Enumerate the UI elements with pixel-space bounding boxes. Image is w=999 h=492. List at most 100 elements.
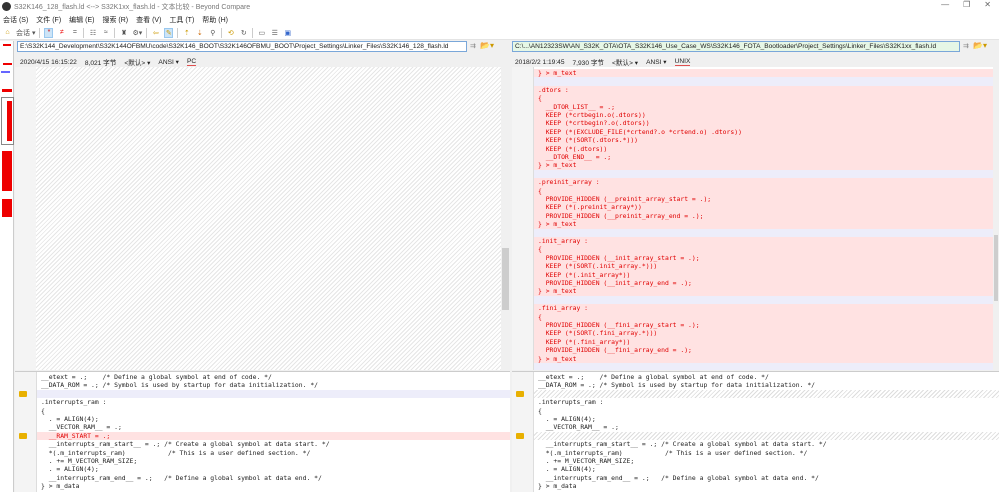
left-open-folder-icon[interactable]: 📂▾ [480, 41, 494, 50]
code-line[interactable]: .interrupts_ram : [37, 398, 510, 406]
details-icon[interactable]: ☰ [270, 28, 279, 38]
diff-line[interactable]: __DTOR_LIST__ = .; [534, 102, 993, 111]
code-line[interactable]: . = ALIGN(4); [534, 465, 999, 473]
menu-edit[interactable]: 编辑 (E) [69, 15, 94, 25]
copy-right-arrow-icon[interactable] [19, 432, 27, 439]
right-open-folder-icon[interactable]: 📂▾ [973, 41, 987, 50]
code-line[interactable]: __etext = .; /* Define a global symbol a… [37, 373, 510, 381]
code-line[interactable]: __interrupts_ram_start__ = .; /* Create … [37, 440, 510, 448]
code-line[interactable]: __DATA_ROM = .; /* Symbol is used by sta… [37, 381, 510, 389]
maximize-button[interactable]: ❐ [963, 0, 970, 9]
refresh-icon[interactable]: ↻ [239, 28, 248, 38]
right-top-pane[interactable]: } > m_text .dtors :{ __DTOR_LIST__ = .; K… [512, 67, 993, 370]
copy-left-arrow-icon[interactable] [516, 432, 524, 439]
show-diffs-icon[interactable]: ≠ [57, 28, 66, 38]
diff-overview-map[interactable] [0, 41, 14, 492]
right-eol[interactable]: UNIX [674, 58, 691, 66]
code-line[interactable]: . = ALIGN(4); [534, 415, 999, 423]
diff-line[interactable]: KEEP (*(.init_array*)) [534, 270, 993, 279]
copy-right-arrow-icon[interactable] [19, 390, 27, 397]
diff-line[interactable]: .dtors : [534, 85, 993, 95]
diff-line[interactable]: KEEP (*(SORT(.init_array.*))) [534, 262, 993, 271]
left-scrollbar[interactable] [501, 67, 510, 370]
rules-icon[interactable]: ♜ [119, 28, 128, 38]
right-bottom-pane[interactable]: __etext = .; /* Define a global symbol a… [512, 371, 999, 492]
copy-left-icon[interactable]: ⇦ [151, 28, 160, 38]
right-format-dropdown[interactable]: <默认> ▾ [612, 57, 638, 67]
left-bottom-pane[interactable]: __etext = .; /* Define a global symbol a… [15, 371, 510, 492]
right-scrollbar-thumb[interactable] [994, 235, 998, 301]
gap-line[interactable] [534, 77, 993, 86]
layout-icon[interactable]: ▭ [257, 28, 266, 38]
diff-line[interactable]: { [534, 186, 993, 195]
gap-line[interactable] [534, 389, 999, 399]
prev-diff-icon[interactable]: ⇡ [182, 28, 191, 38]
diff-line[interactable]: KEEP (*(SORT(.dtors.*))) [534, 136, 993, 145]
diff-line[interactable]: PROVIDE_HIDDEN (__fini_array_start = .); [534, 321, 993, 330]
left-top-pane[interactable] [15, 67, 501, 370]
close-button[interactable]: ✕ [984, 0, 991, 9]
code-line[interactable]: .interrupts_ram : [534, 398, 999, 406]
gap-line[interactable] [534, 228, 993, 237]
diff-line[interactable]: PROVIDE_HIDDEN (__preinit_array_end = .)… [534, 211, 993, 221]
find-icon[interactable]: ⚲ [208, 28, 217, 38]
diff-line[interactable]: PROVIDE_HIDDEN (__preinit_array_start = … [534, 195, 993, 204]
menu-view[interactable]: 查看 (V) [136, 15, 161, 25]
code-line[interactable]: __DATA_ROM = .; /* Symbol is used by sta… [534, 381, 999, 389]
diff-line[interactable]: .fini_array : [534, 304, 993, 313]
left-path-input[interactable]: E:\S32K144_Development\S32K144OFBMU\code… [17, 41, 467, 52]
gap-line[interactable] [534, 363, 993, 370]
edit-icon[interactable]: ✎ [164, 27, 174, 38]
diff-line[interactable]: KEEP (*crtbegin.o(.dtors)) [534, 111, 993, 120]
left-encoding-dropdown[interactable]: ANSI ▾ [158, 58, 179, 66]
diff-line[interactable]: } > m_text [534, 220, 993, 229]
gap-line[interactable] [534, 169, 993, 179]
code-line[interactable]: __interrupts_ram_end__ = .; /* Define a … [37, 474, 510, 482]
diff-line[interactable]: KEEP (*(.dtors)) [534, 144, 993, 153]
left-history-icon[interactable]: ⇉ [470, 42, 476, 50]
show-same-icon[interactable]: = [70, 28, 79, 38]
menu-help[interactable]: 帮助 (H) [202, 15, 228, 25]
next-diff-icon[interactable]: ⇣ [195, 28, 204, 38]
menu-file[interactable]: 文件 (F) [36, 15, 61, 25]
left-eol[interactable]: PC [186, 58, 197, 66]
diff-line[interactable]: { [534, 94, 993, 103]
session-dropdown[interactable]: 会话 ▾ [16, 28, 35, 38]
format-icon[interactable]: ⚙▾ [132, 28, 142, 38]
code-line[interactable]: *(.m_interrupts_ram) /* This is a user d… [534, 449, 999, 457]
code-line[interactable]: { [37, 407, 510, 415]
minimize-button[interactable]: — [941, 0, 949, 9]
gap-line[interactable] [534, 431, 999, 441]
diff-line[interactable]: KEEP (*(SORT(.fini_array.*))) [534, 329, 993, 338]
diff-line[interactable]: .preinit_array : [534, 178, 993, 187]
right-history-icon[interactable]: ⇉ [963, 42, 969, 50]
gap-line[interactable] [37, 389, 510, 399]
diff-line[interactable]: { [534, 312, 993, 321]
diff-line[interactable]: } > m_text [534, 354, 993, 363]
diff-line[interactable]: PROVIDE_HIDDEN (__init_array_start = .); [534, 253, 993, 263]
right-encoding-dropdown[interactable]: ANSI ▾ [646, 58, 667, 66]
code-line[interactable]: __etext = .; /* Define a global symbol a… [534, 373, 999, 381]
diff-line[interactable]: { [534, 245, 993, 254]
menu-tools[interactable]: 工具 (T) [169, 15, 194, 25]
diff-line[interactable]: KEEP (*crtbegin?.o(.dtors)) [534, 119, 993, 128]
diff-line[interactable]: KEEP (*(EXCLUDE_FILE(*crtend?.o *crtend.… [534, 127, 993, 137]
menu-search[interactable]: 搜索 (R) [102, 15, 128, 25]
minor-icon[interactable]: ≈ [101, 28, 110, 38]
diff-line[interactable]: } > m_text [534, 287, 993, 296]
diff-line[interactable]: PROVIDE_HIDDEN (__fini_array_end = .); [534, 346, 993, 355]
diff-line[interactable]: KEEP (*(.fini_array*)) [534, 337, 993, 347]
code-line[interactable]: __interrupts_ram_start__ = .; /* Create … [534, 440, 999, 448]
code-line[interactable]: *(.m_interrupts_ram) /* This is a user d… [37, 449, 510, 457]
code-line[interactable]: __VECTOR_RAM__ = .; [534, 423, 999, 431]
diff-line[interactable]: __RAM_START = .; [37, 431, 510, 441]
code-line[interactable]: } > m_data [37, 482, 510, 490]
copy-left-arrow-icon[interactable] [516, 390, 524, 397]
diff-line[interactable]: .init_array : [534, 237, 993, 246]
diff-line[interactable]: PROVIDE_HIDDEN (__init_array_end = .); [534, 279, 993, 288]
left-format-dropdown[interactable]: <默认> ▾ [124, 57, 150, 67]
code-line[interactable]: . = ALIGN(4); [37, 415, 510, 423]
diff-line[interactable]: } > m_text [534, 161, 993, 170]
menu-session[interactable]: 会话 (S) [3, 15, 28, 25]
right-scrollbar[interactable] [993, 67, 999, 370]
